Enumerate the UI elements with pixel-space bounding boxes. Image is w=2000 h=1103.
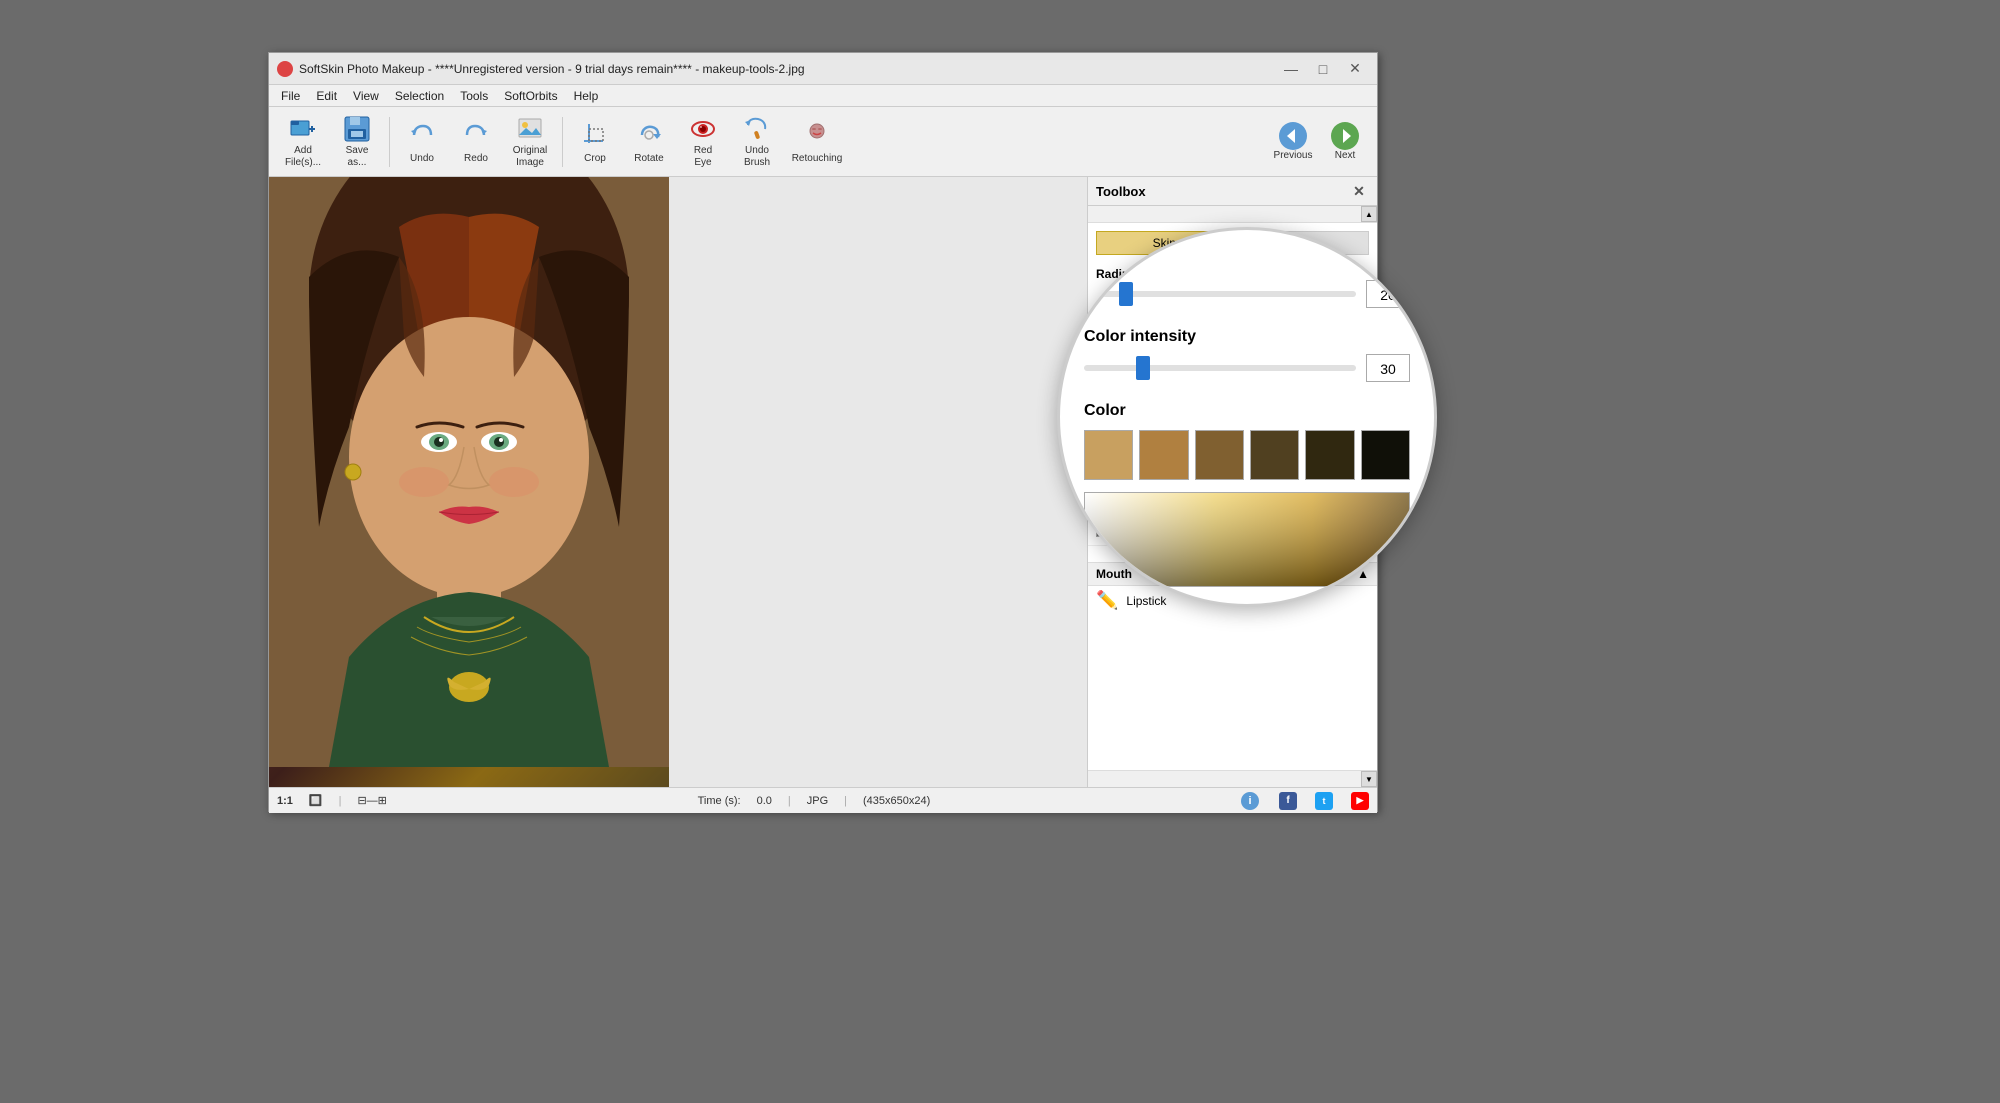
save-as-button[interactable]: Saveas... <box>331 112 383 172</box>
crop-button[interactable]: Crop <box>569 112 621 172</box>
undo-brush-label: UndoBrush <box>744 145 770 169</box>
red-eye-button[interactable]: RedEye <box>677 112 729 172</box>
window-close-button[interactable]: ✕ <box>1341 58 1369 80</box>
app-icon <box>277 61 293 77</box>
rotate-button[interactable]: Rotate <box>623 112 675 172</box>
lipstick-label: Lipstick <box>1126 594 1166 608</box>
original-image-button[interactable]: OriginalImage <box>504 112 556 172</box>
magnifier-radius-value: 20 <box>1366 280 1410 308</box>
slider-icon: ⊟—⊞ <box>357 794 386 807</box>
toolbar-sep-2 <box>562 117 563 167</box>
save-icon <box>341 115 373 143</box>
maximize-button[interactable]: □ <box>1309 58 1337 80</box>
social-icon-1[interactable]: f <box>1279 792 1297 810</box>
rotate-icon <box>633 119 665 151</box>
title-bar-controls: — □ ✕ <box>1277 58 1369 80</box>
undo-icon <box>406 119 438 151</box>
magnifier-intensity-thumb <box>1136 356 1150 380</box>
next-icon <box>1331 122 1359 150</box>
crop-label: Crop <box>584 153 606 165</box>
undo-brush-icon <box>741 115 773 143</box>
magnifier-radius-thumb <box>1119 282 1133 306</box>
original-image-label: OriginalImage <box>513 145 547 169</box>
redo-button[interactable]: Redo <box>450 112 502 172</box>
toolbar: AddFile(s)... Saveas... <box>269 107 1377 177</box>
status-bar: 1:1 🔲 | ⊟—⊞ Time (s): 0.0 | JPG | (435x6… <box>269 787 1377 813</box>
menu-view[interactable]: View <box>345 87 387 105</box>
magnifier-content: Radius 20 Color intensity <box>1060 230 1434 604</box>
original-image-icon <box>514 115 546 143</box>
menu-tools[interactable]: Tools <box>452 87 496 105</box>
retouching-label: Retouching <box>792 153 843 165</box>
previous-icon <box>1279 122 1307 150</box>
main-window: SoftSkin Photo Makeup - ****Unregistered… <box>268 52 1378 812</box>
redo-label: Redo <box>464 153 488 165</box>
magnifier-swatch-6[interactable] <box>1361 430 1410 480</box>
image-panel <box>269 177 669 787</box>
magnifier-intensity-value: 30 <box>1366 354 1410 382</box>
magnifier-swatch-4[interactable] <box>1250 430 1299 480</box>
photo-display <box>269 177 669 787</box>
zoom-level: 1:1 <box>277 795 293 807</box>
window-title: SoftSkin Photo Makeup - ****Unregistered… <box>299 62 1277 76</box>
menu-bar: File Edit View Selection Tools SoftOrbit… <box>269 85 1377 107</box>
minimize-button[interactable]: — <box>1277 58 1305 80</box>
add-files-button[interactable]: AddFile(s)... <box>277 112 329 172</box>
menu-file[interactable]: File <box>273 87 308 105</box>
add-files-icon <box>287 115 319 143</box>
magnifier-swatch-2[interactable] <box>1139 430 1188 480</box>
social-icon-2[interactable]: t <box>1315 792 1333 810</box>
save-as-label: Saveas... <box>346 145 369 169</box>
magnifier-overlay: Radius 20 Color intensity <box>1057 227 1437 607</box>
undo-brush-button[interactable]: UndoBrush <box>731 112 783 172</box>
toolbar-sep-1 <box>389 117 390 167</box>
rotate-label: Rotate <box>634 153 663 165</box>
menu-edit[interactable]: Edit <box>308 87 345 105</box>
red-eye-icon <box>687 115 719 143</box>
toolbox-scroll-up[interactable]: ▲ <box>1361 206 1377 222</box>
previous-label: Previous <box>1274 150 1313 161</box>
status-sep-3: | <box>844 795 847 807</box>
toolbox-header: Toolbox ✕ <box>1088 177 1377 206</box>
time-label: Time (s): <box>698 795 741 807</box>
undo-label: Undo <box>410 153 434 165</box>
image-dimensions: (435x650x24) <box>863 795 930 807</box>
previous-button[interactable]: Previous <box>1269 113 1317 171</box>
retouching-icon <box>801 119 833 151</box>
content-area: Toolbox ✕ ▲ Skin Brush Radius 20 <box>269 177 1377 787</box>
magnifier-intensity-label: Color intensity <box>1084 328 1410 346</box>
title-bar: SoftSkin Photo Makeup - ****Unregistered… <box>269 53 1377 85</box>
toolbox-title: Toolbox <box>1096 184 1146 199</box>
file-format: JPG <box>807 795 828 807</box>
next-label: Next <box>1335 150 1356 161</box>
toolbox-close-button[interactable]: ✕ <box>1349 181 1369 201</box>
toolbox-scroll-down[interactable]: ▼ <box>1361 771 1377 787</box>
lipstick-icon: ✏️ <box>1096 590 1118 611</box>
undo-button[interactable]: Undo <box>396 112 448 172</box>
next-button[interactable]: Next <box>1321 113 1369 171</box>
menu-selection[interactable]: Selection <box>387 87 452 105</box>
status-sep-1: | <box>339 795 342 807</box>
red-eye-label: RedEye <box>694 145 712 169</box>
crop-icon <box>579 119 611 151</box>
magnifier-swatch-3[interactable] <box>1195 430 1244 480</box>
status-sep-2: | <box>788 795 791 807</box>
redo-icon <box>460 119 492 151</box>
add-files-label: AddFile(s)... <box>285 145 321 169</box>
menu-help[interactable]: Help <box>566 87 607 105</box>
time-value: 0.0 <box>757 795 772 807</box>
retouching-button[interactable]: Retouching <box>785 112 849 172</box>
magnifier-swatch-5[interactable] <box>1305 430 1354 480</box>
magnifier-swatch-1[interactable] <box>1084 430 1133 480</box>
social-icon-3[interactable]: ▶ <box>1351 792 1369 810</box>
view-icon: 🔲 <box>309 794 323 807</box>
mouth-title: Mouth <box>1096 567 1132 581</box>
menu-softorbits[interactable]: SoftOrbits <box>496 87 565 105</box>
info-icon[interactable]: i <box>1241 792 1259 810</box>
magnifier-color-label: Color <box>1084 402 1410 420</box>
nav-buttons: Previous Next <box>1269 113 1369 171</box>
